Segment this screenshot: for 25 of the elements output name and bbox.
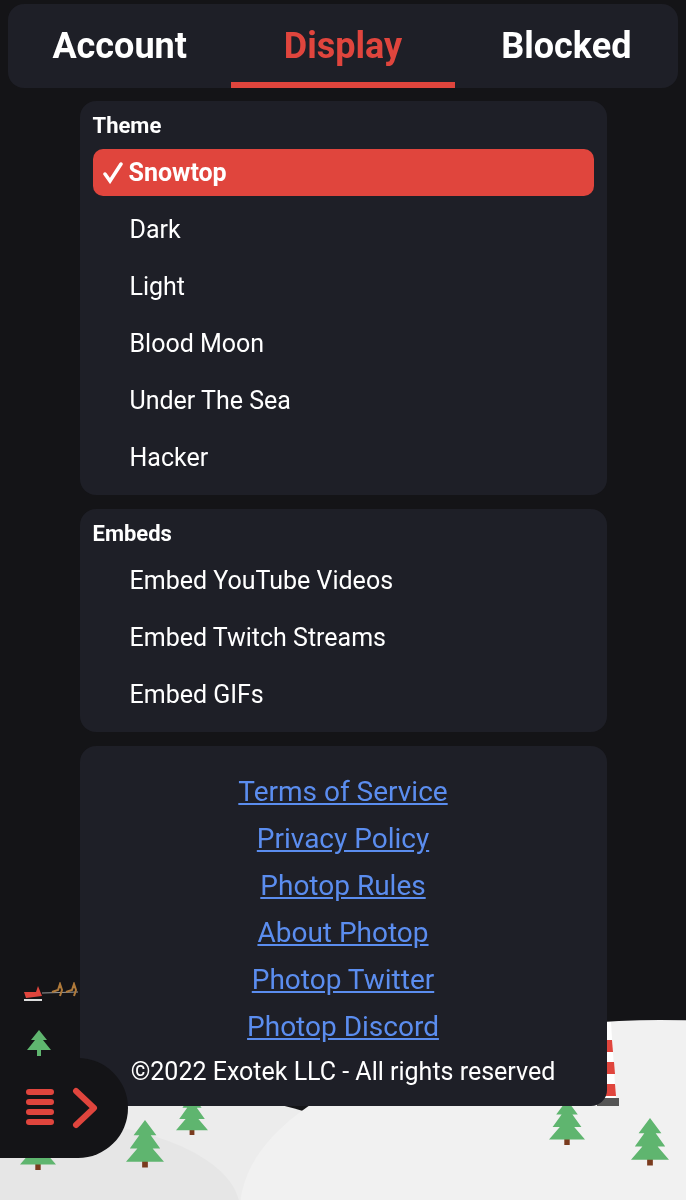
theme-option[interactable]: Dark [92, 206, 594, 253]
footer-link[interactable]: Photop Twitter [251, 956, 435, 1003]
sleigh-icon [22, 982, 80, 1004]
menu-icon [26, 1089, 54, 1127]
copyright-text: ©2022 Exotek LLC - All rights reserved [130, 1056, 556, 1088]
embed-option[interactable]: Embed YouTube Videos [92, 557, 594, 604]
embed-option[interactable]: Embed GIFs [92, 671, 594, 718]
footer-link[interactable]: Photop Discord [247, 1003, 439, 1050]
footer-link[interactable]: Terms of Service [238, 768, 448, 815]
check-icon [102, 161, 123, 184]
theme-option[interactable]: Hacker [92, 434, 594, 481]
footer-link[interactable]: Privacy Policy [256, 815, 430, 862]
tab[interactable]: Account [8, 4, 232, 88]
tab[interactable]: Display [231, 4, 455, 88]
chevron-right-icon [72, 1087, 98, 1129]
embed-option[interactable]: Embed Twitch Streams [92, 614, 594, 661]
theme-option[interactable]: Blood Moon [92, 320, 594, 367]
section-title: Theme [92, 113, 163, 139]
theme-option[interactable]: Light [92, 263, 594, 310]
theme-option[interactable]: Snowtop [92, 149, 594, 196]
tab[interactable]: Blocked [454, 4, 678, 88]
footer-link[interactable]: Photop Rules [260, 862, 426, 909]
section-title: Embeds [92, 521, 173, 547]
footer-link[interactable]: About Photop [257, 909, 429, 956]
theme-option[interactable]: Under The Sea [92, 377, 594, 424]
